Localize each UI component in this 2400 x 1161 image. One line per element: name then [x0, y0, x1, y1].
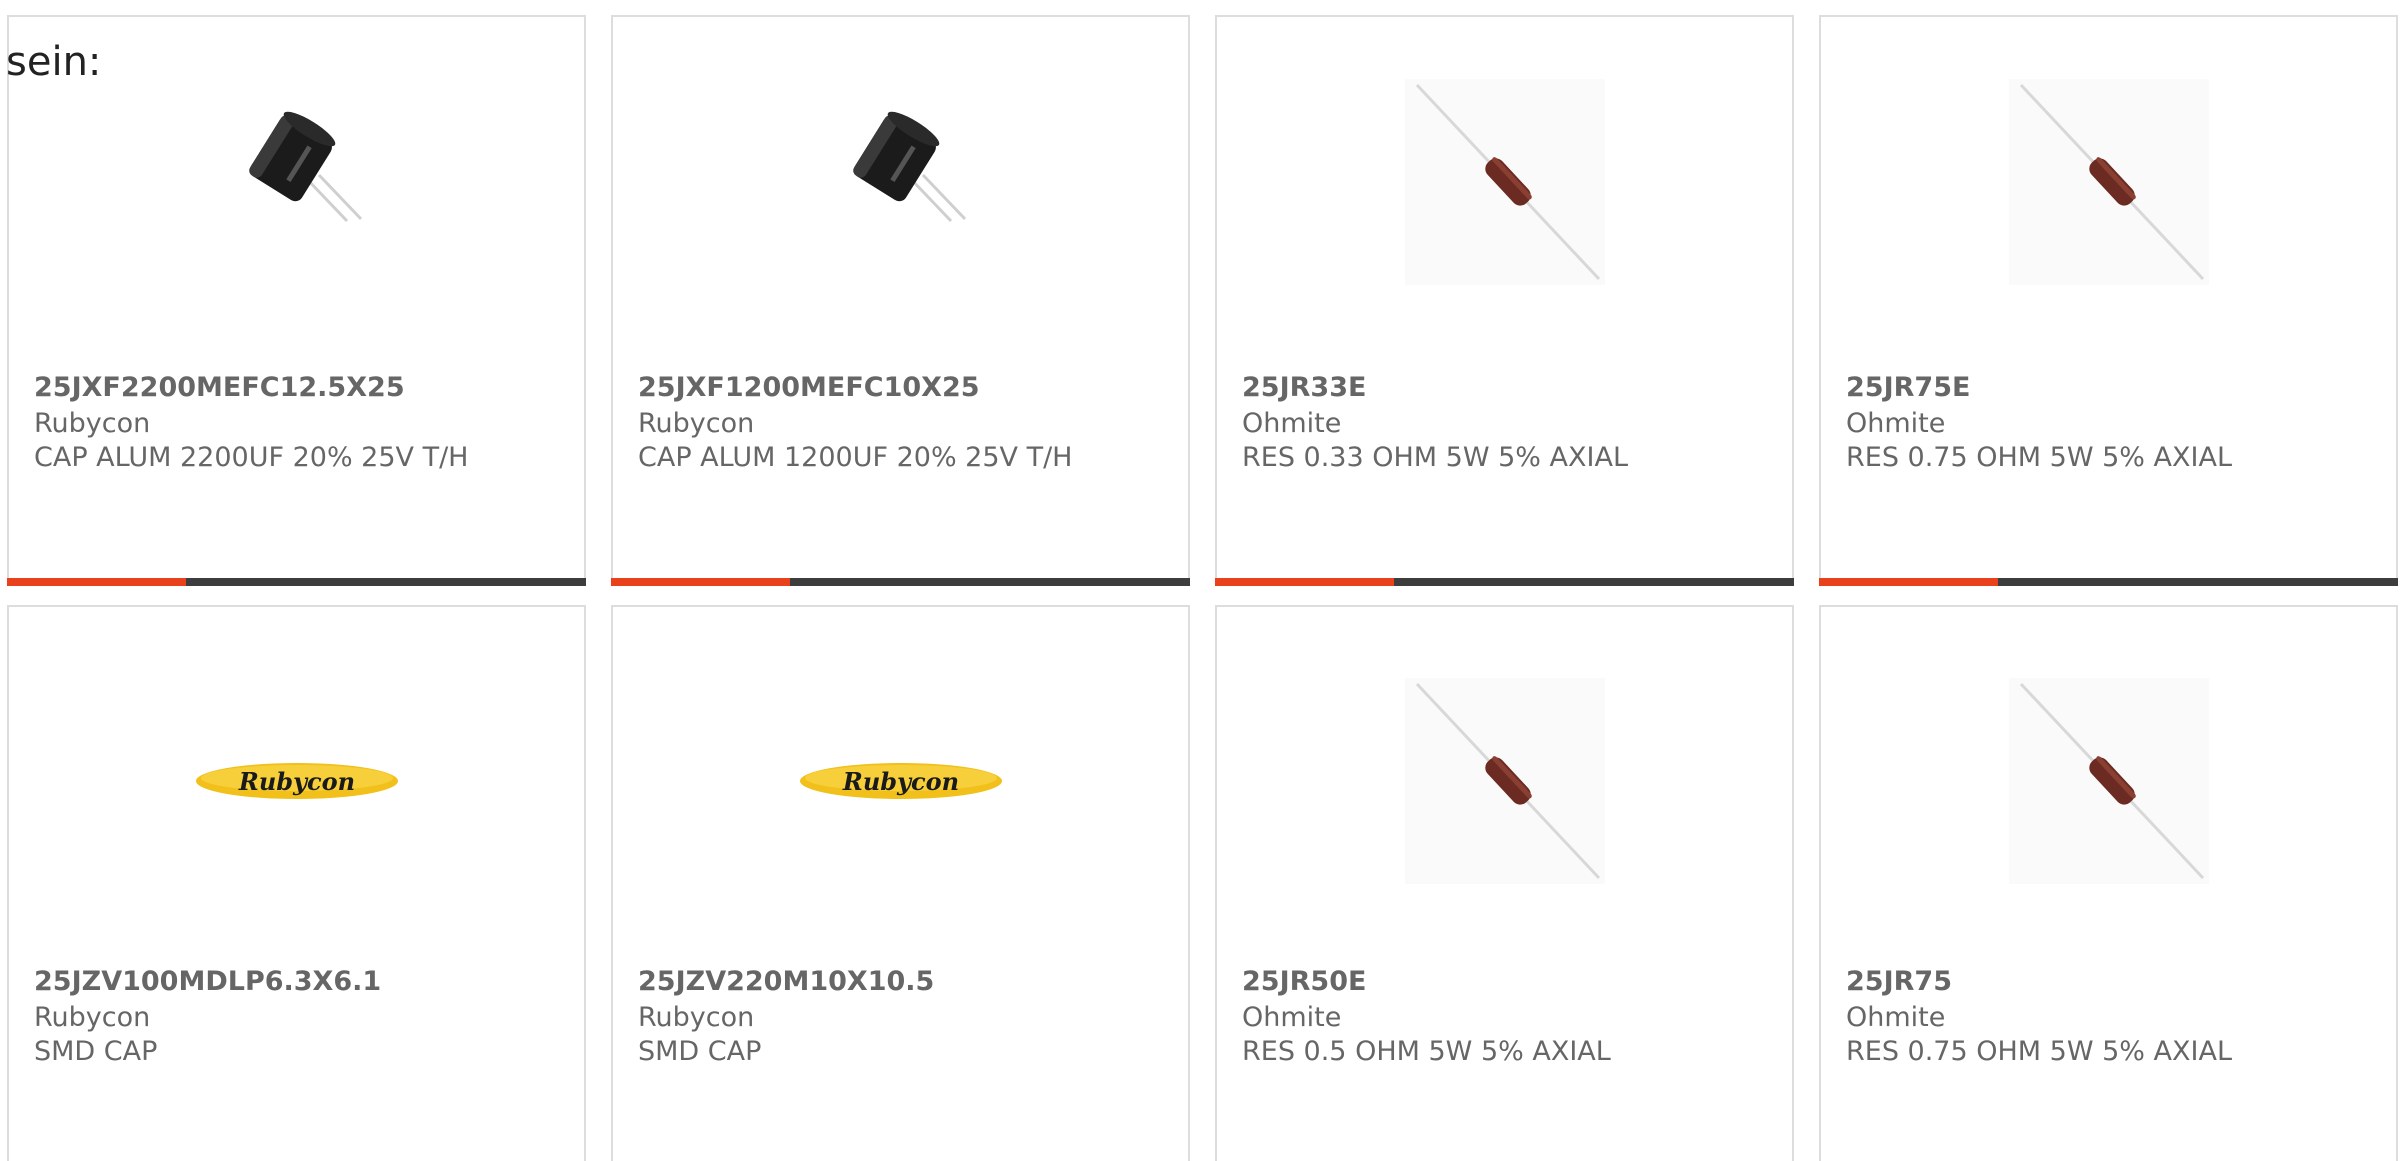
manufacturer-label: Rubycon [34, 1002, 151, 1033]
product-card[interactable]: 25JR50E Ohmite RES 0.5 OHM 5W 5% AXIAL [1215, 605, 1794, 1161]
part-number-link[interactable]: 25JR75E [1846, 373, 1970, 403]
description-label: CAP ALUM 1200UF 20% 25V T/H [638, 442, 1073, 473]
product-card[interactable]: 25JXF2200MEFC12.5X25 Rubycon CAP ALUM 22… [7, 15, 586, 586]
progress-bar-fill [7, 578, 187, 586]
product-card[interactable]: 25JR75 Ohmite RES 0.75 OHM 5W 5% AXIAL [1819, 605, 2398, 1161]
part-number-link[interactable]: 25JXF2200MEFC12.5X25 [34, 373, 405, 403]
part-number-link[interactable]: 25JXF1200MEFC10X25 [638, 373, 980, 403]
manufacturer-label: Ohmite [1846, 408, 1946, 439]
progress-bar-fill [1215, 578, 1395, 586]
progress-bar [1819, 578, 2398, 586]
product-grid-page: sein: 25JXF2200MEFC12.5X25 Rubycon CAP A… [0, 0, 2400, 1161]
capacitor-icon [613, 79, 1188, 285]
description-label: SMD CAP [34, 1036, 158, 1067]
rubycon-logo-text: Rubycon [237, 767, 354, 796]
prefix-label: sein: [6, 39, 102, 85]
rubycon-logo-text: Rubycon [841, 767, 958, 796]
product-card[interactable]: Rubycon 25JZV220M10X10.5 Rubycon SMD CAP [611, 605, 1190, 1161]
description-label: RES 0.5 OHM 5W 5% AXIAL [1242, 1036, 1611, 1067]
resistor-icon [1217, 678, 1792, 884]
description-label: RES 0.75 OHM 5W 5% AXIAL [1846, 442, 2232, 473]
part-number-link[interactable]: 25JR50E [1242, 967, 1366, 997]
progress-bar [1215, 578, 1794, 586]
progress-bar-fill [1819, 578, 1999, 586]
product-card[interactable]: 25JR75E Ohmite RES 0.75 OHM 5W 5% AXIAL [1819, 15, 2398, 586]
manufacturer-label: Ohmite [1242, 408, 1342, 439]
product-card[interactable]: 25JR33E Ohmite RES 0.33 OHM 5W 5% AXIAL [1215, 15, 1794, 586]
progress-bar [611, 578, 1190, 586]
manufacturer-label: Rubycon [638, 408, 755, 439]
description-label: RES 0.33 OHM 5W 5% AXIAL [1242, 442, 1628, 473]
resistor-icon [1821, 79, 2396, 285]
description-label: SMD CAP [638, 1036, 762, 1067]
manufacturer-label: Ohmite [1846, 1002, 1946, 1033]
manufacturer-label: Rubycon [638, 1002, 755, 1033]
description-label: RES 0.75 OHM 5W 5% AXIAL [1846, 1036, 2232, 1067]
manufacturer-label: Ohmite [1242, 1002, 1342, 1033]
part-number-link[interactable]: 25JR33E [1242, 373, 1366, 403]
resistor-icon [1821, 678, 2396, 884]
rubycon-logo: Rubycon [613, 678, 1188, 884]
rubycon-logo: Rubycon [9, 678, 584, 884]
progress-bar [7, 578, 586, 586]
progress-bar-fill [611, 578, 791, 586]
product-card[interactable]: Rubycon 25JZV100MDLP6.3X6.1 Rubycon SMD … [7, 605, 586, 1161]
capacitor-icon [9, 79, 584, 285]
product-card[interactable]: 25JXF1200MEFC10X25 Rubycon CAP ALUM 1200… [611, 15, 1190, 586]
part-number-link[interactable]: 25JZV100MDLP6.3X6.1 [34, 967, 381, 997]
resistor-icon [1217, 79, 1792, 285]
description-label: CAP ALUM 2200UF 20% 25V T/H [34, 442, 469, 473]
manufacturer-label: Rubycon [34, 408, 151, 439]
part-number-link[interactable]: 25JR75 [1846, 967, 1952, 997]
part-number-link[interactable]: 25JZV220M10X10.5 [638, 967, 934, 997]
